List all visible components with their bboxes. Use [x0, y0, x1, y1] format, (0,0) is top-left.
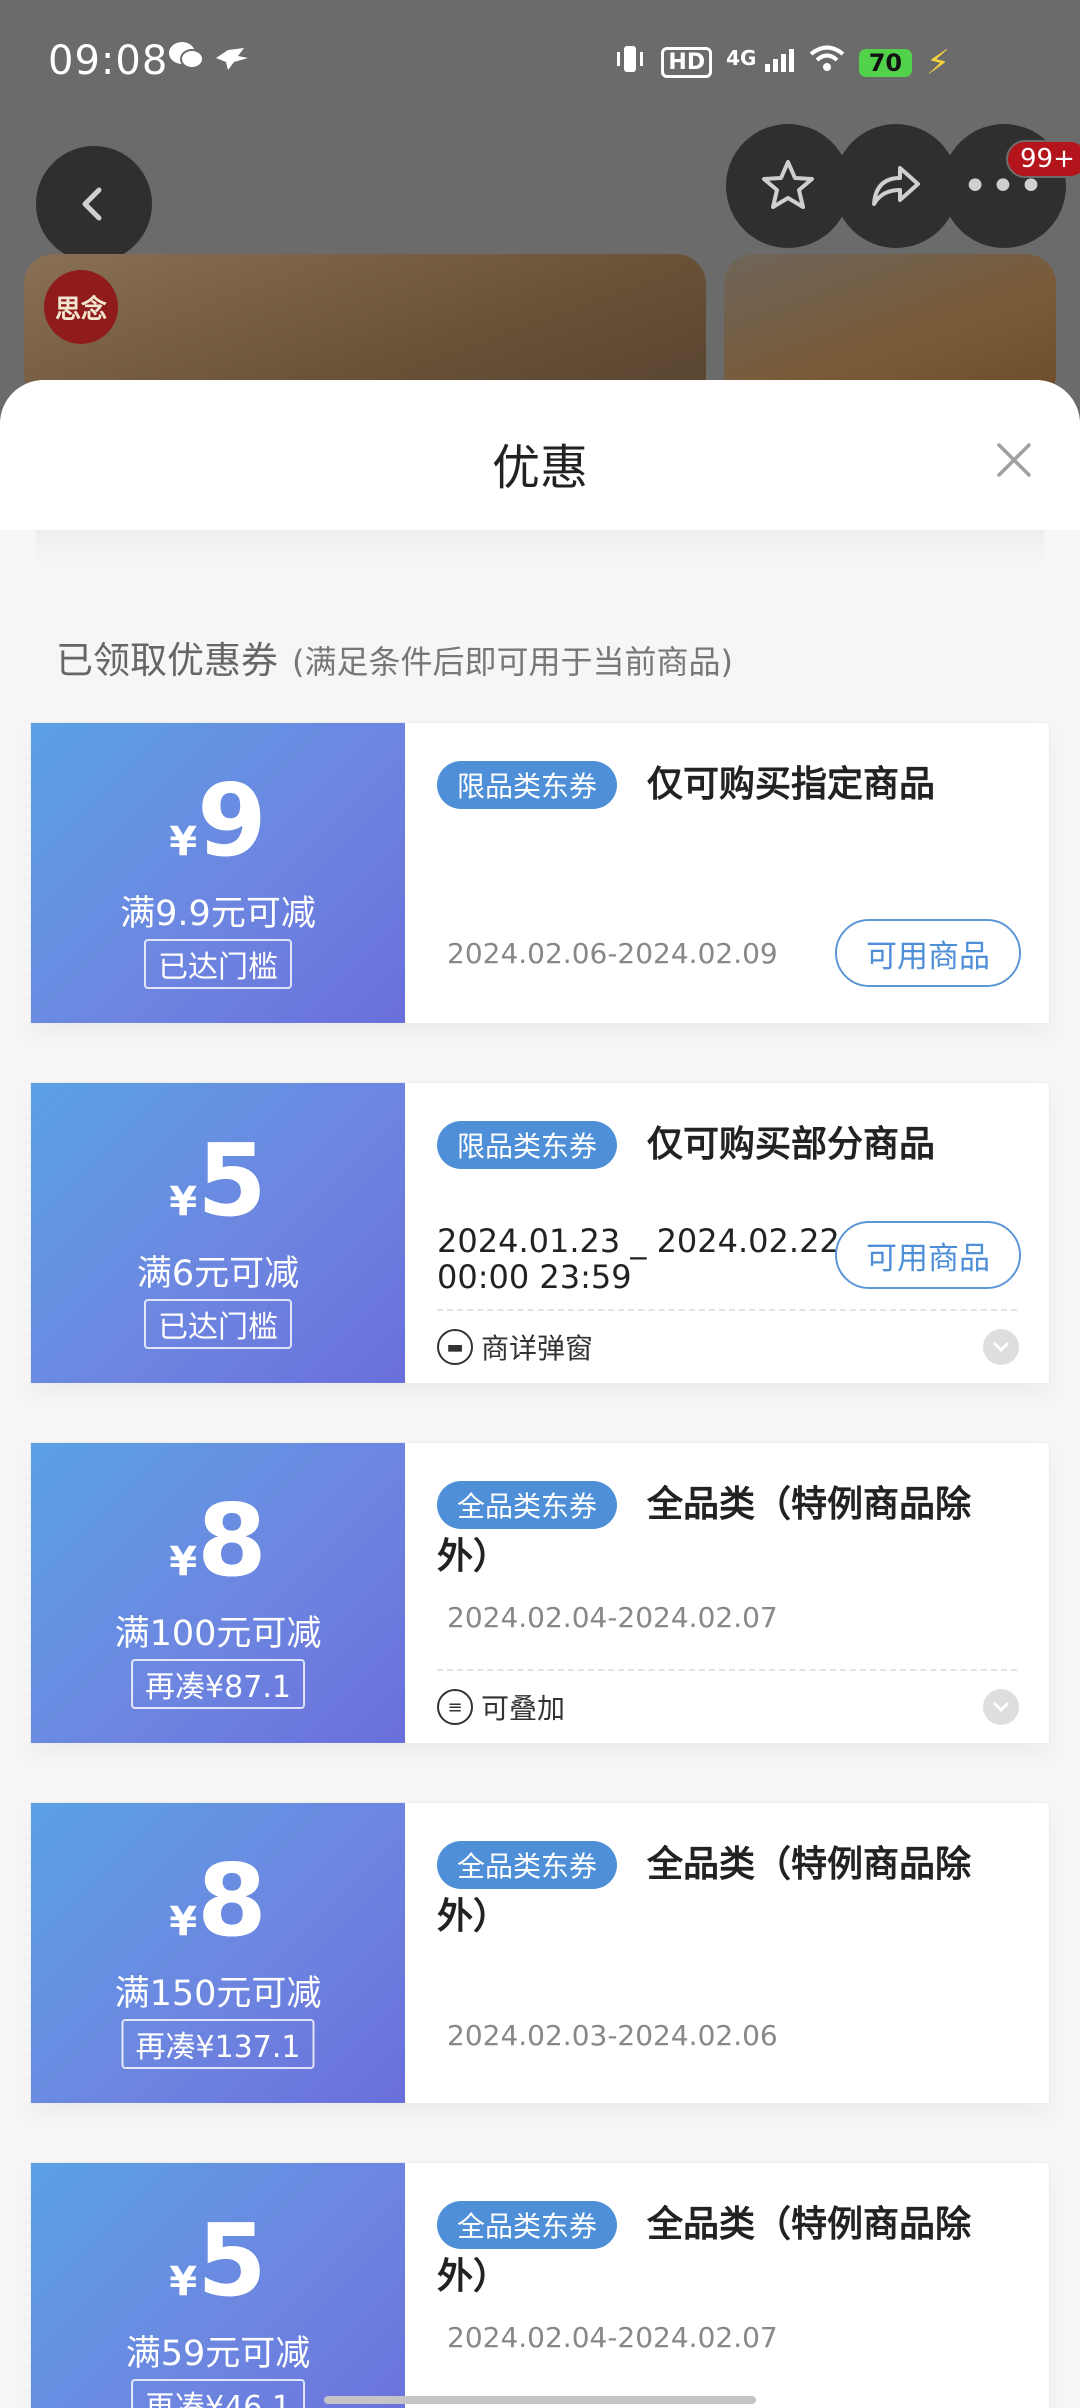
coupon-description: 全品类（特例商品除外）	[437, 1844, 972, 1937]
coupon-description: 全品类（特例商品除外）	[437, 1484, 972, 1577]
coupon-description: 全品类（特例商品除外）	[437, 2204, 972, 2297]
charging-icon: ⚡	[926, 42, 950, 83]
coupon-condition: 满100元可减	[114, 1614, 322, 1654]
coupon-card[interactable]: ¥8 满150元可减 再凑¥137.1 全品类东券 全品类（特例商品除外） 20…	[26, 1802, 1050, 2104]
section-note: (满足条件后即可用于当前商品)	[292, 643, 733, 681]
coupon-card[interactable]: ¥9 满9.9元可减 已达门槛 限品类东券 仅可购买指定商品 2024.02.0…	[26, 722, 1050, 1024]
chevron-left-icon	[82, 187, 102, 221]
section-heading: 已领取优惠券 (满足条件后即可用于当前商品)	[56, 630, 733, 684]
status-time: 09:08	[48, 38, 169, 84]
coupon-info: 全品类东券 全品类（特例商品除外） 2024.02.04-2024.02.07	[405, 2163, 1049, 2408]
chevron-down-icon	[992, 1701, 1010, 1713]
sheet-header: 优惠	[0, 380, 1080, 530]
expand-button[interactable]	[983, 1689, 1019, 1725]
threshold-badge: 再凑¥46.1	[131, 2379, 305, 2408]
coupon-condition: 满9.9元可减	[120, 894, 316, 934]
status-bar: 09:08 HD 4G 70 ⚡	[0, 0, 1080, 120]
coupon-dates: 2024.02.04-2024.02.07	[447, 2321, 778, 2354]
close-button[interactable]	[986, 432, 1042, 488]
coupon-condition: 满150元可减	[114, 1974, 322, 2014]
share-button[interactable]	[834, 124, 958, 248]
home-indicator[interactable]	[324, 2396, 756, 2404]
threshold-badge: 已达门槛	[144, 939, 292, 989]
coupon-sheet: 优惠 已领取优惠券 (满足条件后即可用于当前商品) ¥9 满9.9元可减 已达门槛…	[0, 380, 1080, 2408]
currency-symbol: ¥	[169, 1539, 198, 1585]
hd-badge: HD	[661, 47, 713, 78]
coupon-info: 限品类东券 仅可购买指定商品 2024.02.06-2024.02.09 可用商…	[405, 723, 1049, 1023]
close-icon	[997, 443, 1031, 477]
share-icon	[872, 166, 920, 206]
vibrate-icon	[613, 42, 647, 83]
stack-icon: ≡	[437, 1689, 473, 1725]
signal-icon: 4G	[726, 46, 795, 79]
coupon-dates: 2024.02.03-2024.02.06	[447, 2019, 778, 2052]
coupon-value-panel: ¥8 满150元可减 再凑¥137.1	[26, 1803, 405, 2103]
currency-symbol: ¥	[169, 1179, 198, 1225]
threshold-badge: 再凑¥87.1	[131, 1659, 305, 1709]
coupon-amount: 8	[197, 1482, 267, 1599]
star-icon	[762, 160, 814, 209]
expand-button[interactable]	[983, 1329, 1019, 1365]
coupon-condition: 满6元可减	[136, 1254, 300, 1294]
coupon-dates: 2024.01.23 _ 2024.02.22 00:00 23:59	[437, 1222, 840, 1296]
currency-symbol: ¥	[169, 819, 198, 865]
coupon-feature[interactable]: ▬ 商详弹窗	[437, 1327, 593, 1367]
chevron-down-icon	[992, 1341, 1010, 1353]
coupon-info: 全品类东券 全品类（特例商品除外） 2024.02.04-2024.02.07 …	[405, 1443, 1049, 1743]
currency-symbol: ¥	[169, 1899, 198, 1945]
coupon-value-panel: ¥9 满9.9元可减 已达门槛	[26, 723, 405, 1023]
coupon-feature[interactable]: ≡ 可叠加	[437, 1687, 565, 1727]
coupon-dates: 2024.02.06-2024.02.09	[447, 937, 778, 970]
coupon-card[interactable]: ¥5 满6元可减 已达门槛 限品类东券 仅可购买部分商品 2024.01.23 …	[26, 1082, 1050, 1384]
coupon-info: 全品类东券 全品类（特例商品除外） 2024.02.03-2024.02.06	[405, 1803, 1049, 2103]
back-button[interactable]	[36, 146, 152, 262]
battery-indicator: 70	[858, 48, 913, 77]
usable-products-button[interactable]: 可用商品	[835, 1221, 1021, 1289]
coupon-card[interactable]: ¥5 满59元可减 再凑¥46.1 全品类东券 全品类（特例商品除外） 2024…	[26, 2162, 1050, 2408]
coupon-amount: 9	[197, 762, 267, 879]
popup-icon: ▬	[437, 1329, 473, 1365]
wechat-icon	[168, 42, 214, 80]
usable-products-button[interactable]: 可用商品	[835, 919, 1021, 987]
section-title: 已领取优惠券	[56, 639, 278, 682]
notification-badge: 99+	[1006, 140, 1080, 178]
bird-icon	[214, 42, 250, 80]
favorite-button[interactable]	[726, 124, 850, 248]
threshold-badge: 已达门槛	[144, 1299, 292, 1349]
currency-symbol: ¥	[169, 2259, 198, 2305]
brand-logo: 思念	[44, 270, 118, 344]
coupon-card[interactable]: ¥8 满100元可减 再凑¥87.1 全品类东券 全品类（特例商品除外） 202…	[26, 1442, 1050, 1744]
coupon-condition: 满59元可减	[125, 2334, 311, 2374]
coupon-value-panel: ¥5 满6元可减 已达门槛	[26, 1083, 405, 1383]
coupon-amount: 5	[197, 2202, 267, 2319]
coupon-description: 仅可购买部分商品	[647, 1124, 936, 1165]
coupon-value-panel: ¥8 满100元可减 再凑¥87.1	[26, 1443, 405, 1743]
sheet-title: 优惠	[491, 440, 588, 496]
coupon-amount: 8	[197, 1842, 267, 1959]
coupon-info: 限品类东券 仅可购买部分商品 2024.01.23 _ 2024.02.22 0…	[405, 1083, 1049, 1383]
coupon-value-panel: ¥5 满59元可减 再凑¥46.1	[26, 2163, 405, 2408]
threshold-badge: 再凑¥137.1	[121, 2019, 315, 2069]
coupon-amount: 5	[197, 1122, 267, 1239]
coupon-description: 仅可购买指定商品	[647, 764, 936, 805]
wifi-icon	[809, 45, 845, 80]
coupon-dates: 2024.02.04-2024.02.07	[447, 1601, 778, 1634]
